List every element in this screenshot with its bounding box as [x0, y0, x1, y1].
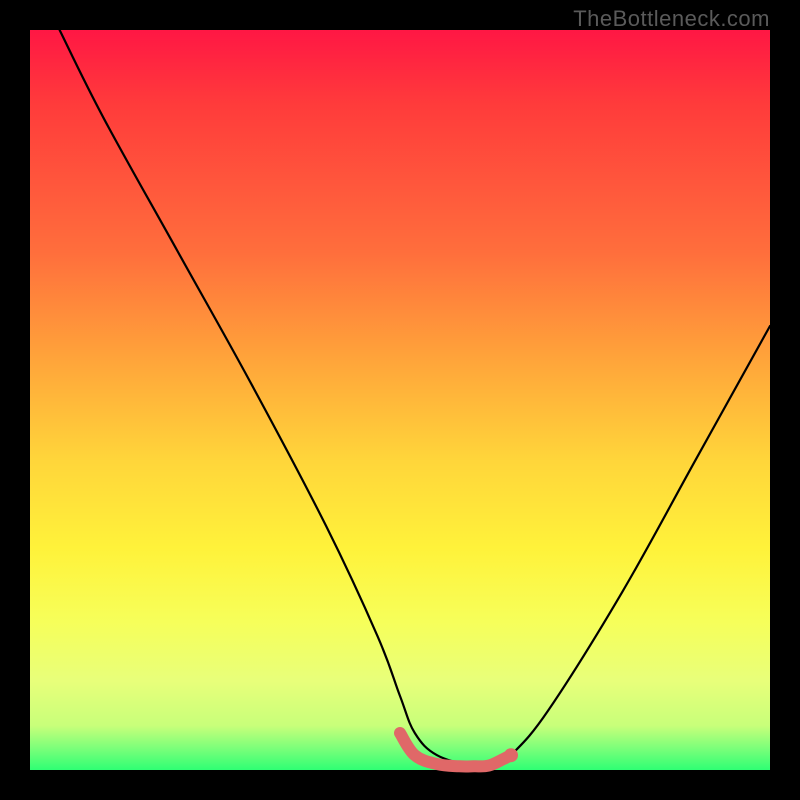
valley-highlight	[400, 733, 511, 767]
watermark-label: TheBottleneck.com	[573, 6, 770, 32]
valley-end-dot	[504, 748, 518, 762]
bottleneck-curve	[60, 30, 770, 768]
gradient-plot-area	[30, 30, 770, 770]
chart-frame: TheBottleneck.com	[0, 0, 800, 800]
curve-svg	[30, 30, 770, 770]
